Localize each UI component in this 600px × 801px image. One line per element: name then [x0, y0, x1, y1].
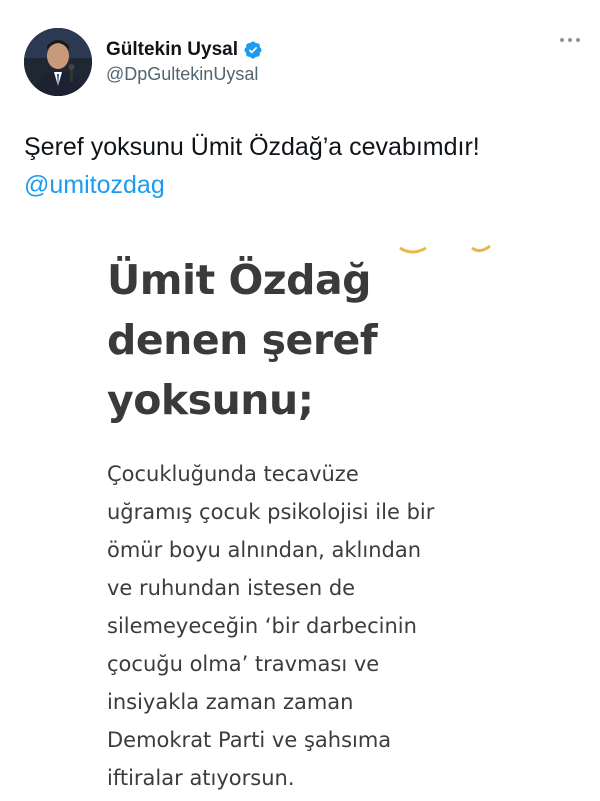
tweet-body: Şeref yoksunu Ümit Özdağ’a cevabımdır!	[24, 133, 480, 161]
author-names: Gültekin Uysal @DpGultekinUysal	[106, 39, 263, 85]
tweet-text: Şeref yoksunu Ümit Özdağ’a cevabımdır! @…	[24, 128, 576, 204]
body-line: ve ruhundan istesen de	[107, 576, 356, 600]
headline-line: yoksunu;	[107, 376, 314, 424]
body-line: Çocukluğunda tecavüze	[107, 462, 359, 486]
handle[interactable]: @DpGultekinUysal	[106, 64, 263, 85]
tweet-header: Gültekin Uysal @DpGultekinUysal	[24, 26, 580, 98]
dot	[560, 38, 564, 42]
body-line: silemeyeceğin ‘bir darbecinin	[107, 614, 417, 638]
display-name[interactable]: Gültekin Uysal	[106, 39, 238, 61]
body-line: ömür boyu alnından, aklından	[107, 538, 422, 562]
body-line: uğramış çocuk psikolojisi ile bir	[107, 500, 435, 524]
body-line: çocuğu olma’ travması ve	[107, 652, 380, 676]
name-row: Gültekin Uysal	[106, 39, 263, 61]
avatar-photo	[24, 28, 92, 96]
image-body-text: Çocukluğunda tecavüze uğramış çocuk psik…	[107, 455, 577, 797]
avatar[interactable]	[24, 28, 92, 96]
verified-badge-icon	[244, 41, 262, 59]
mention-link[interactable]: @umitozdag	[24, 166, 576, 204]
dot	[568, 38, 572, 42]
dot	[576, 38, 580, 42]
tweet-image[interactable]: Ümit Özdağ denen şeref yoksunu; Çocukluğ…	[0, 222, 600, 801]
image-headline: Ümit Özdağ denen şeref yoksunu;	[107, 250, 547, 430]
body-line: insiyakla zaman zaman	[107, 690, 354, 714]
headline-line: Ümit Özdağ	[107, 256, 372, 304]
more-options-icon[interactable]	[560, 38, 580, 42]
body-line: iftiralar atıyorsun.	[107, 766, 295, 790]
body-line: Demokrat Parti ve şahsıma	[107, 728, 392, 752]
headline-line: denen şeref	[107, 316, 378, 364]
